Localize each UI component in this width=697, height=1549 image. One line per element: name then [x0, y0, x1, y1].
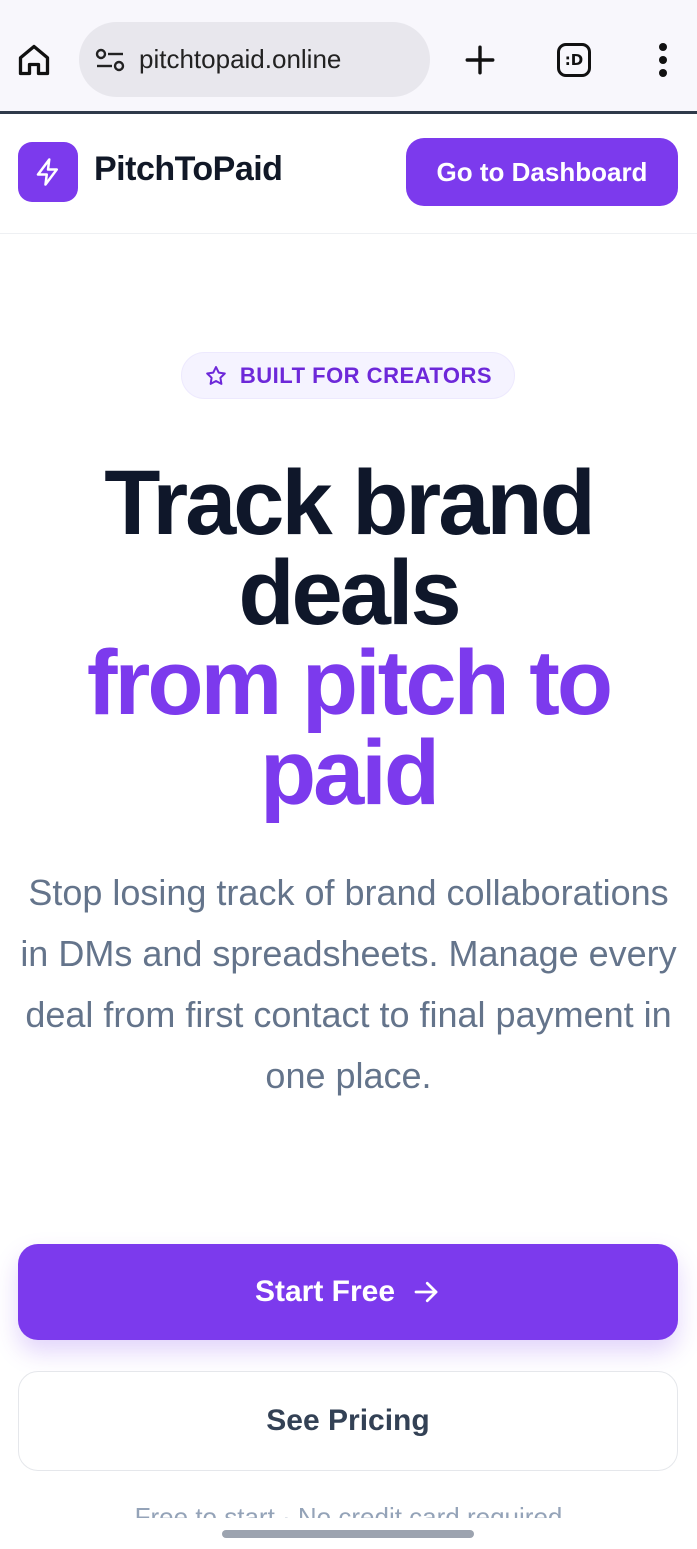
- brand-logo[interactable]: [18, 142, 78, 202]
- tabs-icon: :D: [557, 43, 591, 77]
- brand-name[interactable]: PitchToPaid: [94, 150, 283, 189]
- hero-title-line1: Track brand deals: [104, 452, 596, 644]
- new-tab-button[interactable]: [458, 38, 502, 82]
- hero-description: Stop losing track of brand collaboration…: [20, 872, 677, 1096]
- star-icon: [206, 365, 226, 385]
- address-bar[interactable]: pitchtopaid.online: [79, 22, 430, 97]
- home-icon: [18, 44, 50, 76]
- browser-toolbar: pitchtopaid.online :D: [0, 0, 697, 114]
- tab-switcher-button[interactable]: :D: [552, 38, 596, 82]
- hero-title-line2: from pitch to paid: [86, 632, 613, 824]
- arrow-right-icon: [414, 1281, 438, 1303]
- plus-icon: [465, 45, 495, 75]
- hero-badge: BUILT FOR CREATORS: [181, 352, 515, 399]
- url-text: pitchtopaid.online: [139, 44, 342, 74]
- browser-menu-button[interactable]: [646, 38, 680, 82]
- footnote-container: Free to start · No credit card required: [0, 1500, 697, 1518]
- tune-icon[interactable]: [95, 48, 125, 72]
- badge-label: BUILT FOR CREATORS: [239, 362, 493, 388]
- more-vert-icon: [659, 43, 667, 77]
- hero-title: Track brand deals from pitch to paid: [0, 452, 697, 824]
- lightning-icon: [36, 158, 58, 186]
- start-free-label: Start Free: [254, 1275, 396, 1308]
- start-free-button[interactable]: Start Free: [18, 1244, 678, 1340]
- gesture-home-indicator[interactable]: [222, 1530, 474, 1538]
- home-button[interactable]: [12, 38, 56, 82]
- hero-footnote: Free to start · No credit card required: [134, 1502, 563, 1518]
- see-pricing-button[interactable]: See Pricing: [18, 1371, 678, 1471]
- go-to-dashboard-button[interactable]: Go to Dashboard: [406, 138, 678, 206]
- tabs-count: :D: [564, 51, 584, 69]
- site-header: PitchToPaid Go to Dashboard: [0, 117, 697, 234]
